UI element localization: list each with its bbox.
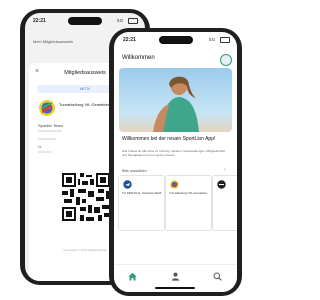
tile-1-label-text: TC 1896 Post, Schwarz-Weiß (122, 191, 162, 195)
hero-body: Hier findest du alle Infos zu Training, … (122, 149, 228, 157)
front-status-time: 22:21 (123, 37, 136, 43)
bottom-nav (114, 264, 237, 292)
front-battery-icon (220, 37, 230, 43)
hero-title: Willkommen bei der neuen SportLion App! (122, 136, 222, 142)
back-header-label: Mein Mitgliedsausweis (33, 39, 74, 44)
front-phone-screen: 22:21 5G Willkommen Willkommen bei der n… (114, 32, 237, 292)
card-line-1: Sportler Team (38, 123, 63, 128)
front-status-signal: 5G (209, 37, 216, 42)
tile-1[interactable]: TC 1896 Post, Schwarz-Weiß (118, 175, 165, 231)
membership-qr-code (62, 173, 110, 221)
tile-2-label: Turnabteilung VfL Gerstetten (169, 191, 209, 196)
back-battery-icon (128, 18, 138, 24)
front-header-title: Willkommen (122, 55, 155, 61)
front-phone: 22:21 5G Willkommen Willkommen bei der n… (109, 28, 242, 296)
front-dynamic-island (159, 36, 193, 44)
section-title: Bitte auswählen (122, 169, 147, 173)
tile-2-logo-icon (170, 180, 179, 189)
nav-search-icon[interactable] (213, 272, 222, 281)
hero-image (119, 68, 232, 132)
section-more-icon[interactable]: › (224, 167, 226, 173)
hero-body-text: Hier findest du alle Infos zu Training, … (122, 149, 225, 157)
tile-2[interactable]: Turnabteilung VfL Gerstetten (165, 175, 212, 231)
tile-2-label-text: Turnabteilung VfL Gerstetten (169, 191, 208, 195)
profile-avatar[interactable] (220, 54, 232, 66)
back-status-signal: 5G (117, 18, 124, 23)
card-line-2: Nr. (38, 145, 43, 149)
nav-person-icon[interactable] (171, 272, 180, 281)
tile-1-label: TC 1896 Post, Schwarz-Weiß (122, 191, 162, 196)
home-indicator (155, 287, 195, 289)
card-field-3 (38, 151, 52, 153)
card-field-1 (38, 130, 62, 132)
tile-1-logo-icon (123, 180, 132, 189)
back-status-time: 22:21 (33, 18, 46, 24)
tile-3-logo-icon (217, 180, 226, 189)
card-field-2 (38, 138, 56, 140)
nav-home-icon[interactable] (128, 272, 137, 281)
club-name: Turnabteilung VfL Gerstetten (59, 102, 111, 107)
back-dynamic-island (68, 17, 102, 25)
club-logo-icon (38, 99, 56, 117)
hero-title-text: Willkommen bei der neuen SportLion App! (122, 136, 216, 142)
tile-3[interactable] (212, 175, 237, 231)
